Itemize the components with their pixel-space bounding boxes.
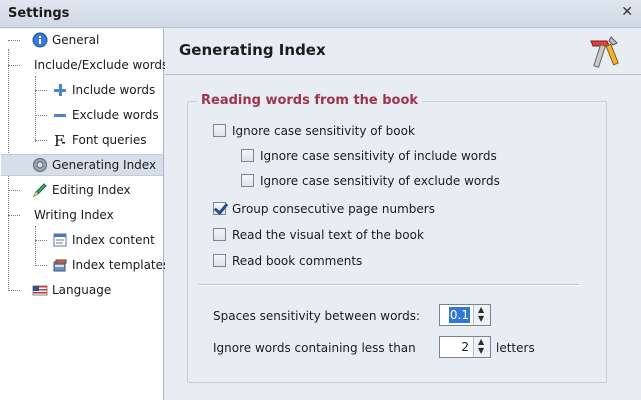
group-title: Reading words from the book [197,93,423,108]
sidebar-item-label: Generating Index [52,158,157,172]
tree-line [35,140,47,141]
tools-icon [590,36,619,68]
plus-icon [54,84,66,96]
sidebar-item-label: Index content [72,233,155,247]
tree-line [35,265,47,266]
settings-window: Settings ✕ General Include/Exclude words… [0,0,641,400]
tree-line [8,190,20,191]
option-label: Read the visual text of the book [232,228,424,242]
sidebar-item-label: Language [52,283,112,297]
minus-icon [54,114,66,117]
checkbox[interactable] [213,254,226,267]
tree-line [35,90,47,91]
stepper-value[interactable]: 2 [460,339,470,355]
spaces-sensitivity-label: Spaces sensitivity between words: [213,309,421,323]
option-label: Group consecutive page numbers [232,202,435,216]
sidebar-item-label: Include words [72,83,156,97]
info-icon [32,32,48,48]
spaces-sensitivity-stepper[interactable]: 0.1 ▲ ▼ [439,304,491,326]
checkbox[interactable] [241,174,254,187]
sidebar-item-label: Exclude words [72,108,159,122]
sidebar-item-label: Editing Index [52,183,131,197]
tree-line [8,40,20,41]
chevron-down-icon[interactable]: ▼ [478,315,484,323]
page-title: Generating Index [179,41,326,59]
option-label: Read book comments [232,254,363,268]
sidebar-item-label: General [52,33,100,47]
settings-content: Generating Index Reading words from the … [165,29,641,400]
stepper-buttons[interactable]: ▲ ▼ [473,305,490,325]
title-bar: Settings ✕ [0,0,641,28]
checkbox[interactable] [213,228,226,241]
checkbox[interactable] [213,124,226,137]
settings-sidebar: General Include/Exclude words Include wo… [0,29,169,400]
books-icon [53,259,67,272]
stepper-buttons[interactable]: ▲ ▼ [473,337,490,357]
svg-text:F: F [54,132,64,148]
sidebar-item-label: Index templates [72,258,170,272]
option-label: Ignore case sensitivity of include words [260,149,497,163]
document-icon [53,233,67,247]
sidebar-item-label: Include/Exclude words [34,58,169,72]
pencil-icon [32,183,47,198]
content-header: Generating Index [165,29,641,75]
tree-line [8,290,20,291]
font-icon: F [54,132,65,148]
sidebar-item-label: Writing Index [34,208,114,222]
chevron-down-icon[interactable]: ▼ [478,347,484,355]
chevron-up-icon[interactable]: ▲ [478,306,484,314]
tree-line [8,215,20,216]
ignore-words-label: Ignore words containing less than [213,341,416,355]
chevron-up-icon[interactable]: ▲ [478,338,484,346]
checkbox[interactable] [241,149,254,162]
gear-icon [33,158,47,172]
tree-line [35,226,36,266]
window-title: Settings [8,6,70,21]
ignore-words-stepper[interactable]: 2 ▲ ▼ [439,336,491,358]
checkbox[interactable] [213,202,226,215]
option-label: Ignore case sensitivity of exclude words [260,174,500,188]
tree-line [35,240,47,241]
sidebar-item-label: Font queries [72,133,147,147]
stepper-value[interactable]: 0.1 [448,307,470,323]
tree-line [8,65,20,66]
letters-suffix: letters [496,341,535,355]
tree-line [35,76,36,142]
close-icon[interactable]: ✕ [621,4,633,20]
divider [199,284,579,286]
option-label: Ignore case sensitivity of book [232,124,415,138]
tree-line [35,115,47,116]
flag-icon [32,285,48,296]
